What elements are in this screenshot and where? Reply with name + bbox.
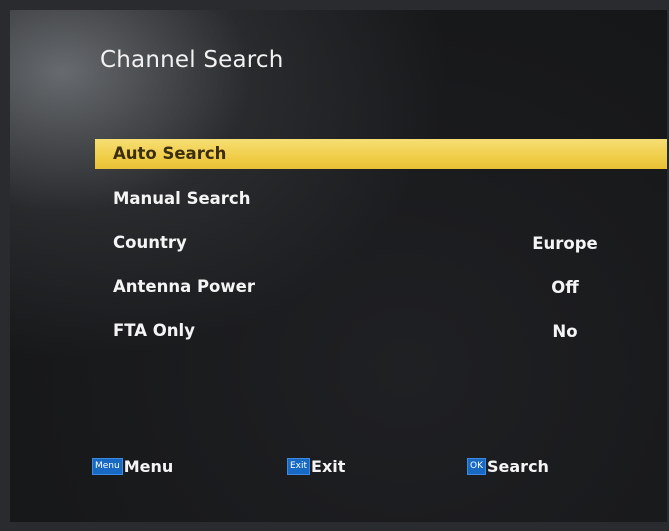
menu-item-label: Auto Search: [113, 144, 227, 163]
country-value: Europe: [532, 234, 598, 253]
menu-item-antenna-power[interactable]: Antenna Power Off: [95, 272, 667, 302]
menu-key-label: Menu: [123, 457, 174, 476]
menu-item-country[interactable]: Country Europe: [95, 228, 667, 258]
menu-item-auto-search[interactable]: Auto Search: [95, 139, 667, 169]
page-title: Channel Search: [100, 47, 284, 73]
menu-item-fta-only[interactable]: FTA Only No: [95, 316, 667, 346]
exit-key-hint[interactable]: Exit Exit: [287, 456, 345, 480]
tv-bezel: Channel Search Auto Search Manual Search…: [0, 0, 669, 531]
ok-search-key-hint[interactable]: OK Search: [467, 456, 549, 480]
menu-item-label: Antenna Power: [113, 277, 255, 296]
menu-item-label: Country: [113, 233, 187, 252]
menu-key-icon: Menu: [92, 458, 123, 475]
fta-only-value: No: [552, 322, 578, 341]
exit-key-icon: Exit: [287, 458, 311, 475]
menu-key-hint[interactable]: Menu Menu: [92, 456, 173, 480]
menu-item-label: Manual Search: [113, 189, 251, 208]
ok-key-icon: OK: [467, 458, 486, 475]
antenna-power-value: Off: [551, 278, 579, 297]
exit-key-label: Exit: [311, 457, 346, 476]
menu-item-label: FTA Only: [113, 321, 195, 340]
menu-item-manual-search[interactable]: Manual Search: [95, 184, 667, 214]
search-key-label: Search: [487, 457, 549, 476]
tv-screen: Channel Search Auto Search Manual Search…: [10, 10, 667, 522]
